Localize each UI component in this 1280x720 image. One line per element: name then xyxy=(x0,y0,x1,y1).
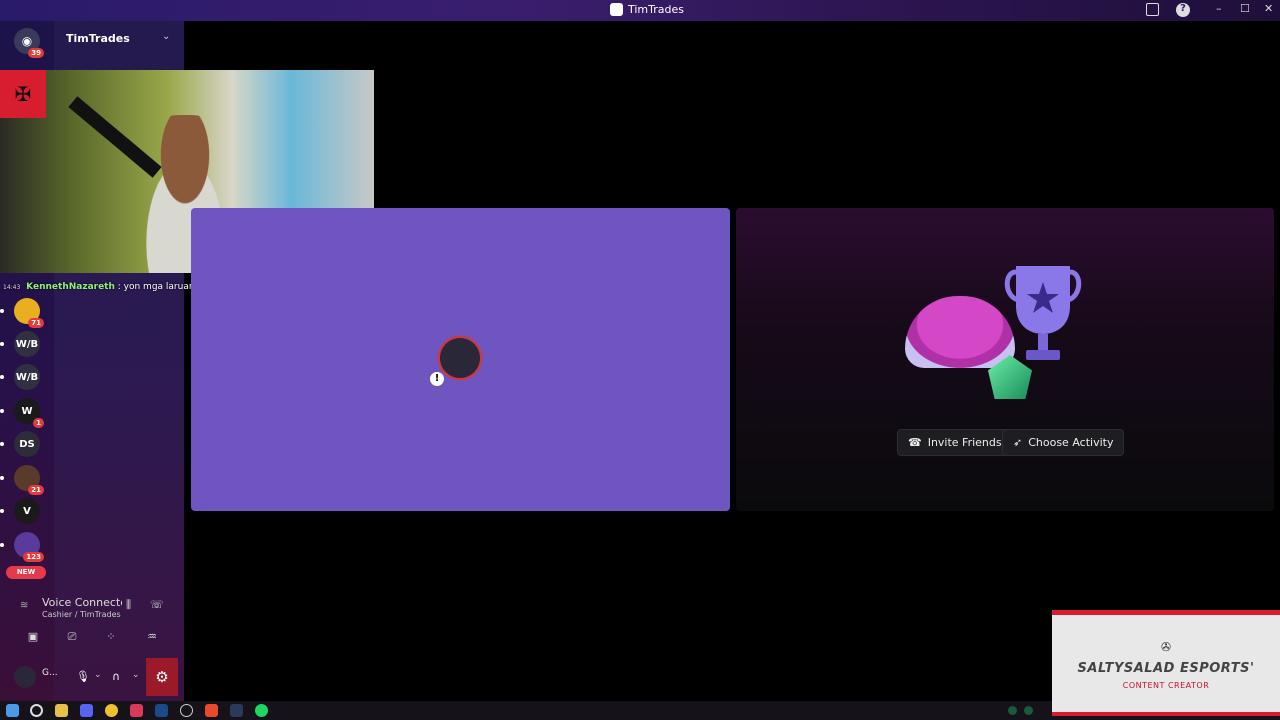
server-icon[interactable]: W1 xyxy=(14,398,44,428)
noise-suppression-icon[interactable]: ⫼ xyxy=(126,598,131,612)
warning-icon: ! xyxy=(430,372,444,386)
search-icon[interactable] xyxy=(30,704,43,717)
server-badge: 71 xyxy=(28,318,44,328)
headphones-chevron-icon[interactable]: ⌄ xyxy=(132,670,140,680)
server-label: DS xyxy=(19,438,35,450)
close-button[interactable]: ✕ xyxy=(1264,2,1273,15)
overlay-subtitle: CONTENT CREATOR xyxy=(1122,681,1210,690)
unread-indicator xyxy=(0,342,4,346)
title-bar: TimTrades ? – ☐ ✕ xyxy=(0,0,1280,21)
app-icon[interactable] xyxy=(130,704,143,717)
server-icon[interactable]: 123 xyxy=(14,532,44,562)
esports-logo-icon: ✇ xyxy=(1160,640,1172,654)
steam-alt-icon[interactable] xyxy=(230,704,243,717)
disconnect-icon[interactable]: ☏ xyxy=(150,598,164,611)
unread-indicator xyxy=(0,476,4,480)
mic-chevron-icon[interactable]: ⌄ xyxy=(94,670,102,680)
stream-logo-icon: ✠ xyxy=(0,70,46,118)
server-name[interactable]: TimTrades xyxy=(66,32,130,45)
server-label: W/B xyxy=(15,371,39,383)
minimize-button[interactable]: – xyxy=(1216,2,1222,15)
person-add-icon: ☎ xyxy=(908,436,922,449)
unread-indicator xyxy=(0,543,4,547)
chevron-down-icon[interactable]: ⌄ xyxy=(162,31,170,42)
invite-friends-button[interactable]: ☎ Invite Friends xyxy=(897,429,1013,456)
unread-indicator xyxy=(0,442,4,446)
home-button[interactable]: ◉ 39 xyxy=(14,28,44,58)
discord-home-icon: ◉ xyxy=(21,34,33,48)
help-icon[interactable]: ? xyxy=(1176,3,1190,17)
branding-overlay: ✇ SALTYSALAD ESPORTS' CONTENT CREATOR xyxy=(1052,610,1280,716)
chat-username: KennethNazareth xyxy=(26,282,115,292)
participant-avatar[interactable]: ! xyxy=(430,330,488,386)
server-icon[interactable]: W/B xyxy=(14,364,40,390)
server-icon[interactable]: V xyxy=(14,498,40,524)
gear-icon[interactable]: ⚙ xyxy=(146,658,178,696)
server-badge: 123 xyxy=(23,552,44,562)
voice-location-text[interactable]: Cashier / TimTrades xyxy=(42,610,121,619)
home-badge: 39 xyxy=(28,48,44,58)
server-icon[interactable]: W/B xyxy=(14,331,40,357)
screen-share-icon[interactable]: ⎚ xyxy=(65,630,79,644)
user-avatar[interactable] xyxy=(14,666,36,688)
chat-time: 14:43 xyxy=(3,284,21,291)
signal-icon[interactable]: ≋ xyxy=(20,600,28,611)
unread-indicator xyxy=(0,509,4,513)
server-icon[interactable]: 21 xyxy=(14,465,44,495)
brave-icon[interactable] xyxy=(205,704,218,717)
discord-icon xyxy=(610,3,623,16)
window-title: TimTrades xyxy=(610,3,684,16)
tray-icon[interactable] xyxy=(1024,706,1033,715)
user-panel: G... 🎙︎ ⌄ ∩ ⌄ ⚙ xyxy=(8,658,178,696)
trophy-illustration xyxy=(1004,266,1082,360)
rocket-icon: ➶ xyxy=(1013,436,1023,449)
windows-start-icon[interactable] xyxy=(6,704,19,717)
unread-indicator xyxy=(0,375,4,379)
tray-icon[interactable] xyxy=(1008,706,1017,715)
file-explorer-icon[interactable] xyxy=(55,704,68,717)
spotify-icon[interactable] xyxy=(255,704,268,717)
unread-indicator xyxy=(0,409,4,413)
voice-status-text: Voice Connected xyxy=(42,596,122,609)
activities-icon[interactable]: ⁘ xyxy=(104,630,118,644)
soundboard-icon[interactable]: ♒ xyxy=(145,630,159,644)
server-label: W/B xyxy=(15,338,39,350)
maximize-button[interactable]: ☐ xyxy=(1240,2,1250,15)
obs-icon[interactable] xyxy=(180,704,193,717)
discord-taskbar-icon[interactable] xyxy=(80,704,93,717)
server-badge: 21 xyxy=(28,485,44,495)
inbox-icon[interactable] xyxy=(1146,3,1159,16)
steam-icon[interactable] xyxy=(155,704,168,717)
server-label: W xyxy=(21,405,33,417)
chrome-icon[interactable] xyxy=(105,704,118,717)
invite-friends-label: Invite Friends xyxy=(927,436,1002,449)
camera-off-icon[interactable]: ▣ xyxy=(26,630,40,644)
new-badge: NEW xyxy=(6,566,46,579)
server-label: V xyxy=(23,505,31,517)
server-badge: 1 xyxy=(33,418,44,428)
microphone-icon[interactable]: 🎙︎ xyxy=(76,670,90,683)
choose-activity-button[interactable]: ➶ Choose Activity xyxy=(1002,429,1125,456)
server-icon[interactable]: DS xyxy=(14,431,40,457)
unread-indicator xyxy=(0,309,4,313)
choose-activity-label: Choose Activity xyxy=(1028,436,1114,449)
overlay-title: SALTYSALAD ESPORTS' xyxy=(1077,661,1255,676)
window-title-text: TimTrades xyxy=(628,3,684,16)
server-icon[interactable]: 71 xyxy=(14,298,44,328)
headphones-icon[interactable]: ∩ xyxy=(112,670,120,683)
user-name[interactable]: G... xyxy=(42,668,58,678)
